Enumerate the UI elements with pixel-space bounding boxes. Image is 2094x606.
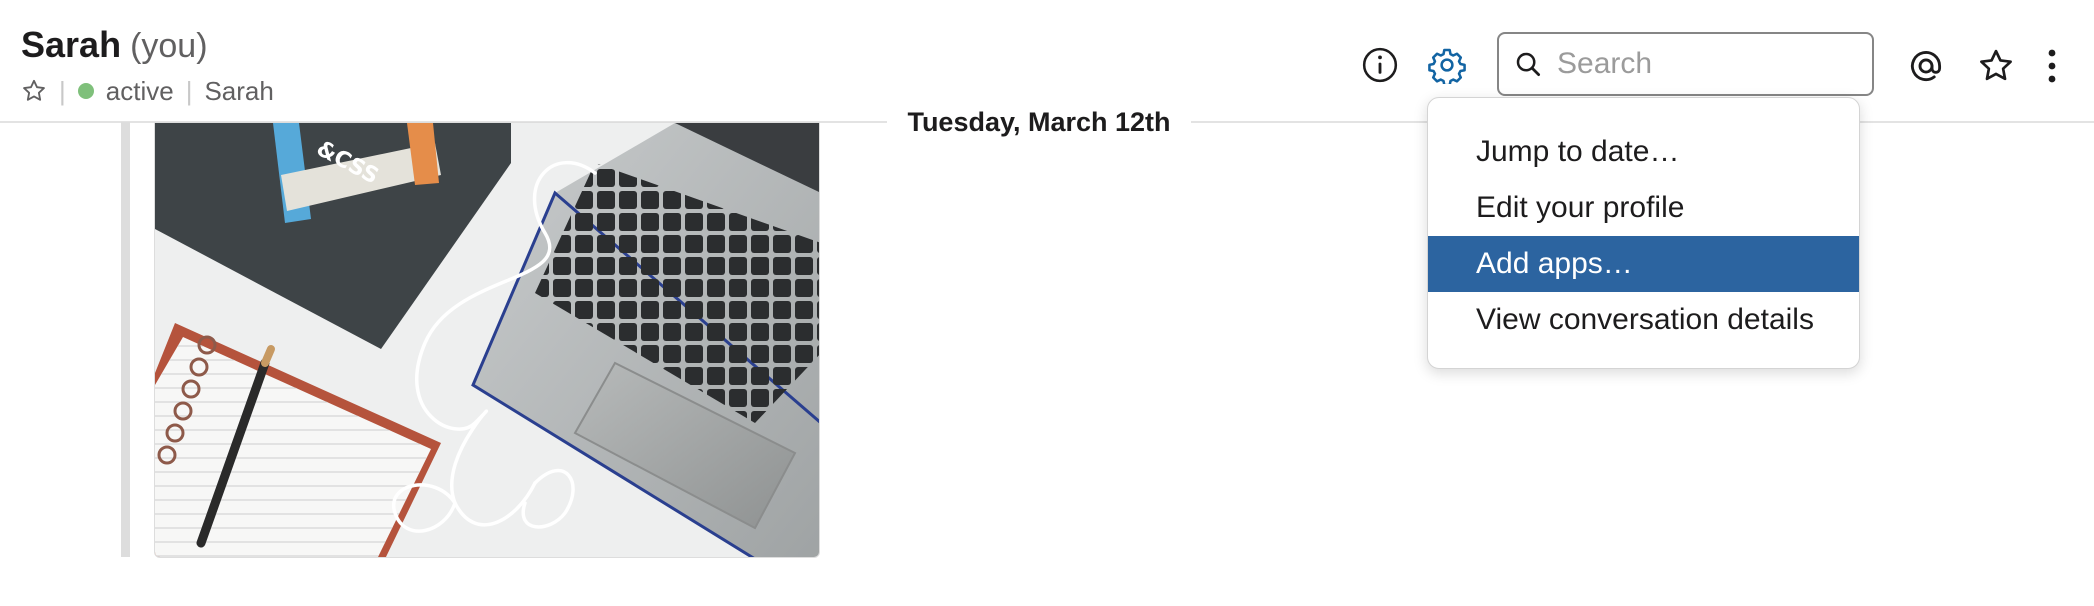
menu-item-view-details[interactable]: View conversation details (1428, 292, 1859, 348)
search-box[interactable] (1497, 32, 1874, 96)
at-icon[interactable] (1906, 46, 1946, 86)
display-name[interactable]: Sarah (204, 76, 273, 107)
info-icon[interactable] (1360, 45, 1400, 85)
gear-icon[interactable] (1427, 45, 1467, 85)
conversation-title[interactable]: Sarah (you) (21, 24, 208, 66)
presence-status: active (105, 75, 174, 106)
star-icon[interactable] (1976, 46, 2016, 86)
presence-indicator (77, 83, 94, 99)
date-divider[interactable]: Tuesday, March 12th (887, 100, 1191, 144)
you-label: (you) (130, 27, 208, 65)
star-icon[interactable] (21, 78, 47, 104)
message-image[interactable]: &CSS (154, 122, 820, 558)
search-input[interactable] (1555, 46, 1859, 82)
meta-separator: | (185, 75, 193, 106)
menu-item-jump-to-date[interactable]: Jump to date… (1428, 124, 1859, 180)
conversation-meta: | active | Sarah (21, 75, 274, 107)
settings-menu: Jump to date… Edit your profile Add apps… (1427, 97, 1860, 369)
conversation-name: Sarah (21, 24, 122, 65)
menu-item-add-apps[interactable]: Add apps… (1428, 236, 1859, 292)
more-vertical-icon[interactable] (2040, 46, 2064, 86)
meta-separator: | (59, 75, 66, 106)
attachment-bar (121, 122, 130, 557)
menu-item-edit-profile[interactable]: Edit your profile (1428, 180, 1859, 236)
search-icon (1513, 49, 1543, 79)
